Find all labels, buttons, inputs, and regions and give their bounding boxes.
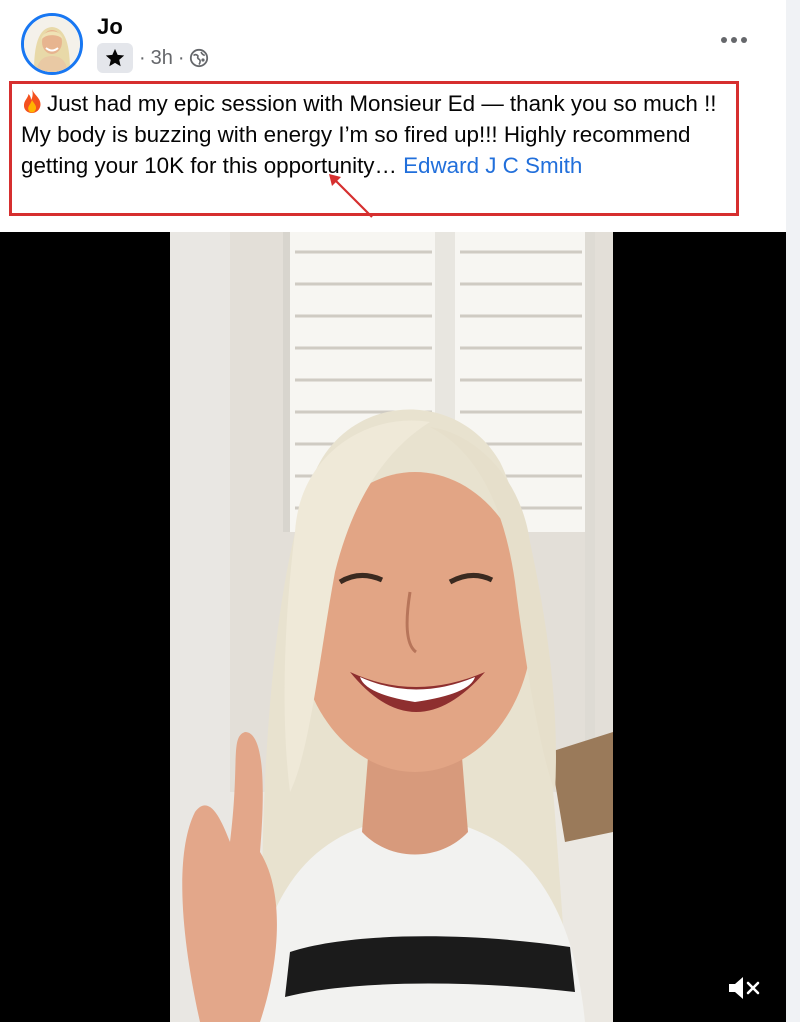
author-avatar[interactable] [21,13,83,75]
author-name[interactable]: Jo [97,14,123,40]
feed-background [786,0,800,1022]
more-options-icon [721,37,727,43]
mention-link[interactable]: Edward J C Smith [403,153,582,178]
video-still-image [170,232,613,1022]
fire-emoji-icon [23,89,41,113]
post-meta: · 3h · [97,43,209,73]
profile-photo-icon [24,16,80,72]
video-player[interactable] [0,232,786,1022]
annotation-arrow-icon [329,174,373,218]
post-timestamp[interactable]: 3h [151,47,173,70]
facebook-post: Jo · 3h · Just had my epic session with … [0,0,786,1022]
video-frame [170,232,613,1022]
star-icon [105,48,125,67]
star-badge[interactable] [97,43,133,73]
globe-icon[interactable] [189,48,209,68]
mute-toggle-button[interactable] [724,972,764,1004]
volume-muted-icon [729,977,760,999]
separator-dot: · [139,46,146,69]
more-options-button[interactable] [716,28,752,52]
separator-dot: · [177,46,185,69]
